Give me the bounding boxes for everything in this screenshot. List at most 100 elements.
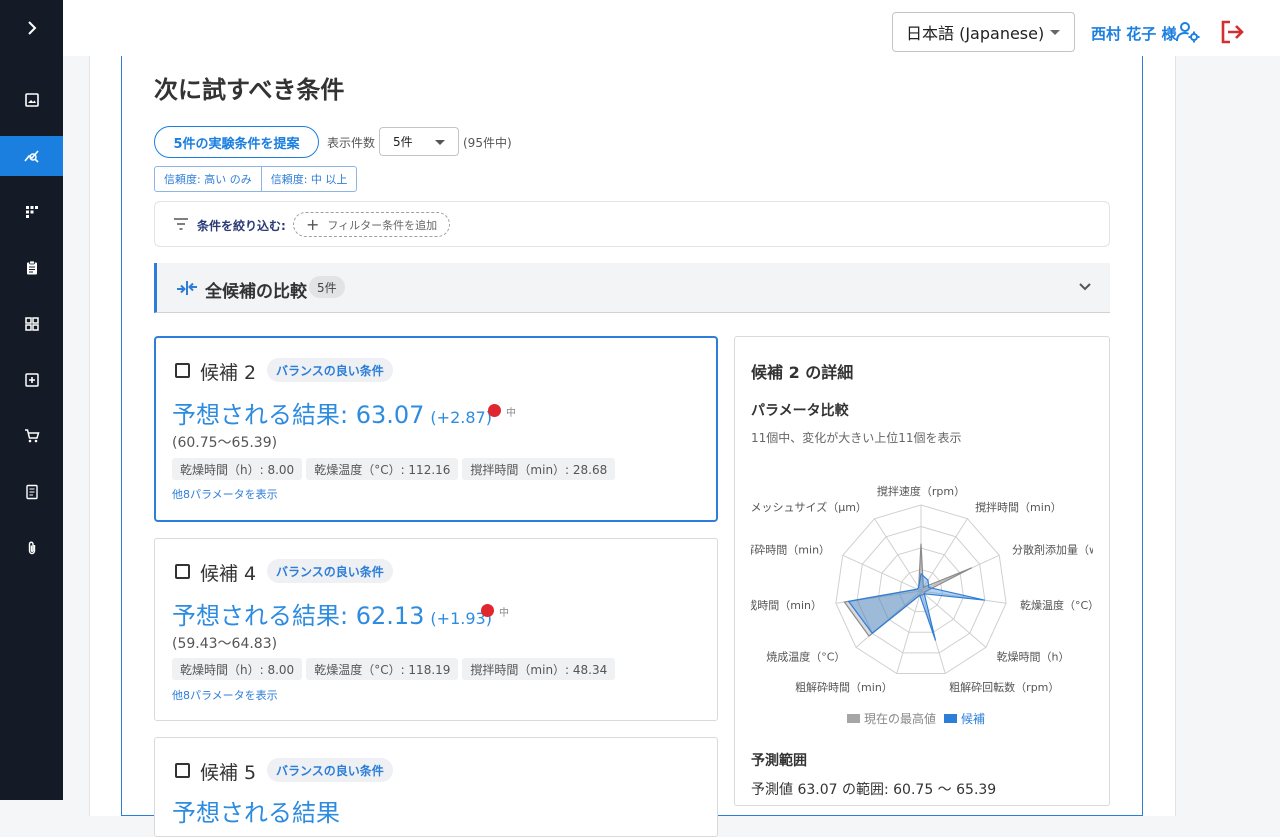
confidence-high-only-button[interactable]: 信頼度: 高い のみ [155, 167, 261, 191]
prediction-range: (60.75〜65.39) [172, 435, 278, 451]
cart-icon [24, 429, 40, 443]
sidebar-item-attachments[interactable] [0, 528, 63, 568]
param-compare-title: パラメータ比較 [751, 403, 849, 419]
detail-title: 候補 2 の詳細 [751, 363, 854, 382]
radar-axis-label: 分散剤添加量（w [1012, 542, 1093, 556]
add-filter-label: フィルター条件を追加 [327, 218, 438, 232]
param-chip: 撹拌時間（min）: 48.34 [462, 658, 616, 680]
document-icon [25, 484, 38, 500]
confidence-filter-group: 信頼度: 高い のみ 信頼度: 中 以上 [154, 166, 358, 192]
predicted-delta: (+2.87) [430, 408, 492, 427]
predicted-result-value: 予想される結果 [172, 799, 340, 827]
param-chip: 乾燥時間（h）: 8.00 [172, 458, 303, 480]
param-compare-note: 11個中、変化が大きい上位11個を表示 [751, 431, 962, 445]
filter-label: 条件を絞り込む: [197, 219, 286, 233]
radar-axis-label: 乾燥時間（h） [997, 650, 1070, 663]
param-chip: 乾燥温度（°C）: 112.16 [306, 458, 459, 480]
radar-legend: 現在の最高値 候補 [847, 710, 985, 727]
language-select-value: 日本語 (Japanese) [906, 24, 1045, 43]
confidence-medium-up-button[interactable]: 信頼度: 中 以上 [260, 167, 357, 191]
sidebar-item-cart[interactable] [0, 416, 63, 456]
legend-best-label: 現在の最高値 [864, 712, 937, 726]
sidebar-item-dashboard[interactable] [0, 304, 63, 344]
sidebar-item-analysis[interactable] [0, 136, 63, 176]
page-title: 次に試すべき条件 [154, 76, 345, 104]
filter-icon [174, 218, 188, 230]
show-more-params-link[interactable]: 他8パラメータを表示 [172, 486, 278, 502]
display-count-select[interactable]: 5件 [379, 127, 459, 156]
legend-best[interactable]: 現在の最高値 [847, 710, 936, 727]
radar-axis-label: 乾燥温度（°C） [1020, 598, 1093, 612]
predicted-result: 予想される結果: 63.07 (+2.87) [172, 395, 492, 430]
radar-axis-label: 撹拌時間（min） [975, 500, 1062, 514]
candidate-checkbox[interactable] [175, 363, 190, 378]
dashboard-icon [24, 317, 39, 331]
confidence-dot [488, 404, 501, 417]
user-name[interactable]: 西村 花子 様 [1091, 23, 1176, 44]
radar-axis-label: 粗解砕回転数（rpm） [949, 680, 1059, 694]
legend-candidate[interactable]: 候補 [944, 710, 985, 727]
confidence-level: 中 [506, 408, 516, 419]
chevron-down-icon [435, 140, 445, 145]
sidebar-item-clipboard[interactable] [0, 248, 63, 288]
radar-axis-label: 撹拌速度（rpm） [877, 484, 965, 498]
candidate-name: 候補 2 [200, 362, 257, 384]
expand-sidebar-button[interactable] [0, 8, 63, 48]
candidate-checkbox[interactable] [175, 564, 190, 579]
total-count: (95件中) [463, 136, 512, 150]
confidence-level: 中 [499, 608, 509, 619]
display-count-value: 5件 [393, 135, 413, 149]
compare-all-accordion[interactable]: 全候補の比較 5件 [154, 263, 1110, 313]
sidebar-item-add[interactable] [0, 360, 63, 400]
prediction-range-title: 予測範囲 [751, 753, 807, 769]
radar-axis-label: 成時間（min） [751, 599, 822, 612]
logout-icon[interactable] [1219, 19, 1245, 45]
legend-swatch-candidate [944, 714, 958, 723]
clipboard-icon [26, 260, 37, 275]
radar-chart: 撹拌速度（rpm） 撹拌時間（min） 分散剤添加量（w 乾燥温度（°C） 乾燥時間（h… [751, 484, 1093, 694]
compare-arrows-icon [177, 281, 197, 295]
language-select[interactable]: 日本語 (Japanese) [892, 12, 1075, 52]
predicted-result-value: 予想される結果: 62.13 [172, 602, 425, 630]
candidate-name: 候補 5 [200, 762, 257, 784]
predicted-result: 予想される結果 [172, 793, 340, 828]
candidate-detail-panel: 候補 2 の詳細 パラメータ比較 11個中、変化が大きい上位11個を表示 撹拌速… [734, 336, 1110, 806]
grid-dots-icon [25, 206, 38, 218]
legend-swatch-best [847, 714, 860, 723]
add-box-icon [24, 373, 39, 387]
sidebar [0, 0, 63, 800]
show-more-params-link[interactable]: 他8パラメータを表示 [172, 687, 278, 703]
candidate-name: 候補 4 [200, 563, 257, 585]
compare-title: 全候補の比較 [205, 282, 307, 302]
param-chip: 乾燥時間（h）: 8.00 [172, 658, 303, 680]
radar-axis-label: 解砕時間（min） [751, 542, 830, 556]
candidate-tag: バランスの良い条件 [267, 758, 393, 782]
candidate-checkbox[interactable] [175, 763, 190, 778]
candidate-card[interactable]: 候補 4 バランスの良い条件 予想される結果: 62.13 (+1.93) 中 (… [154, 538, 718, 721]
display-count-label: 表示件数 [327, 136, 376, 150]
radar-axis-label: 焼成温度（°C） [766, 649, 845, 663]
prediction-range-text: 予測値 63.07 の範囲: 60.75 〜 65.39 [751, 782, 997, 798]
image-icon [24, 93, 39, 107]
predicted-result: 予想される結果: 62.13 (+1.93) [172, 596, 492, 631]
user-settings-icon[interactable] [1176, 21, 1200, 43]
chevron-right-icon [27, 21, 36, 35]
candidate-tag: バランスの良い条件 [267, 358, 393, 382]
propose-conditions-button[interactable]: 5件の実験条件を提案 [154, 126, 319, 158]
attachment-icon [28, 541, 35, 555]
candidate-card[interactable]: 候補 2 バランスの良い条件 予想される結果: 63.07 (+2.87) 中 (… [154, 336, 718, 522]
plus-icon: + [306, 214, 320, 234]
chevron-down-icon [1050, 30, 1060, 35]
prediction-range: (59.43〜64.83) [172, 636, 278, 652]
param-chip: 撹拌時間（min）: 28.68 [462, 458, 616, 480]
param-chip: 乾燥温度（°C）: 118.19 [306, 658, 459, 680]
candidate-card[interactable]: 候補 5 バランスの良い条件 予想される結果 [154, 737, 718, 837]
filter-bar: 条件を絞り込む: + フィルター条件を追加 [154, 201, 1110, 247]
candidate-tag: バランスの良い条件 [267, 559, 393, 583]
param-list: 乾燥時間（h）: 8.00 乾燥温度（°C）: 112.16 撹拌時間（min）… [172, 458, 616, 480]
radar-axis-label: 粗解砕時間（min） [795, 680, 893, 694]
sidebar-item-images[interactable] [0, 80, 63, 120]
add-filter-button[interactable]: + フィルター条件を追加 [293, 212, 450, 237]
sidebar-item-documents[interactable] [0, 472, 63, 512]
sidebar-item-grid[interactable] [0, 192, 63, 232]
